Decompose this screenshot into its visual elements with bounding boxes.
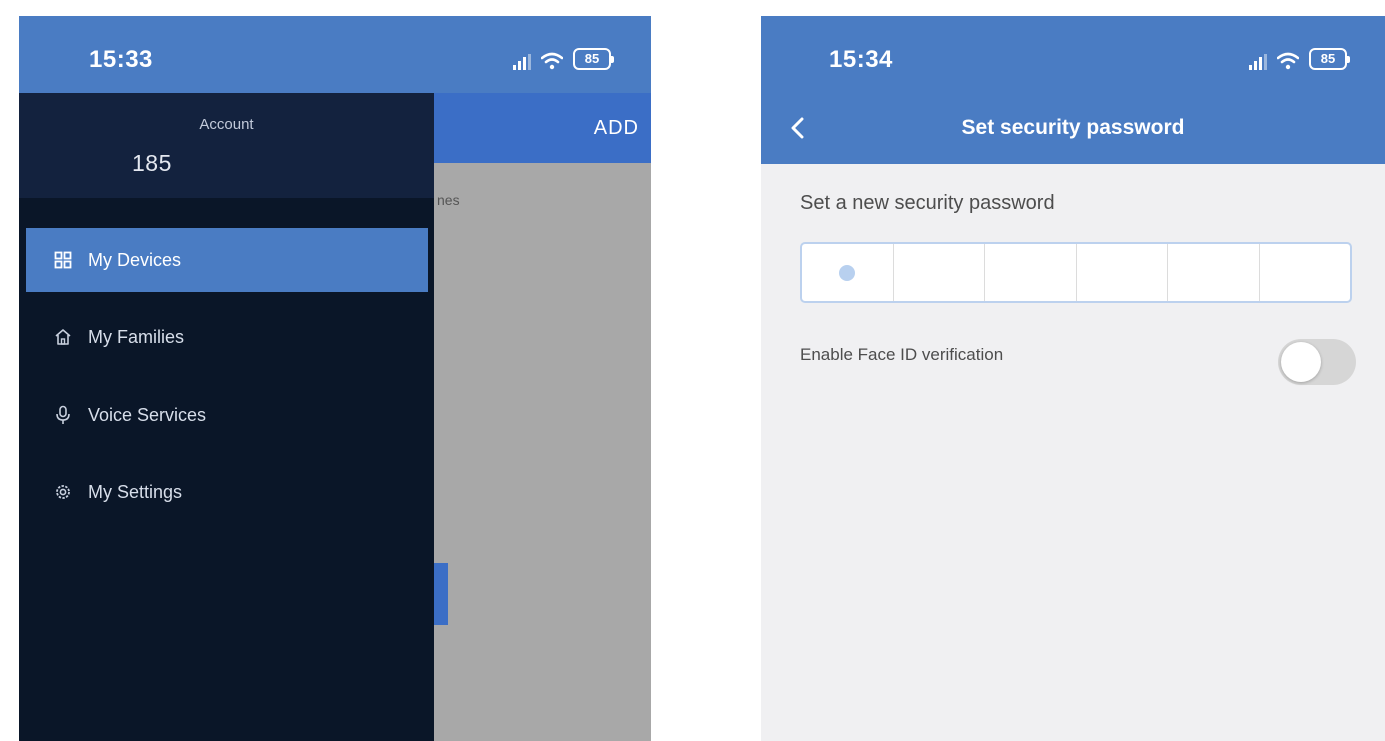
status-time: 15:34 — [829, 46, 893, 73]
drawer-item-my-devices[interactable]: My Devices — [26, 228, 428, 292]
background-text-peek: nes — [437, 192, 460, 208]
status-bar: 15:33 85 — [19, 16, 651, 93]
face-id-toggle[interactable] — [1278, 339, 1356, 385]
drawer-item-my-settings[interactable]: My Settings — [26, 460, 428, 524]
account-label: Account — [199, 116, 254, 133]
wifi-icon — [1277, 52, 1299, 70]
cellular-signal-icon — [513, 54, 531, 70]
account-value: 185 — [132, 150, 172, 176]
pin-cell[interactable] — [985, 244, 1077, 301]
pin-cell[interactable] — [1077, 244, 1168, 301]
drawer-item-label: My Families — [88, 326, 185, 347]
battery-indicator: 85 — [573, 48, 614, 70]
pin-cell[interactable] — [802, 244, 894, 301]
add-button[interactable]: ADD — [594, 117, 639, 140]
pin-cell[interactable] — [1260, 244, 1351, 301]
phone-screen-right: 15:34 85 Set security password Set a new… — [761, 16, 1385, 741]
drawer-item-voice-services[interactable]: Voice Services — [26, 383, 428, 447]
status-time: 15:33 — [89, 46, 153, 73]
drawer-item-label: My Settings — [88, 481, 183, 502]
wifi-icon — [541, 52, 563, 70]
gear-icon — [53, 482, 73, 502]
drawer-item-label: My Devices — [88, 249, 182, 270]
toggle-knob — [1281, 342, 1321, 382]
pin-dot-filled — [839, 264, 856, 281]
cellular-signal-icon — [1249, 54, 1267, 70]
drawer-item-label: Voice Services — [88, 404, 207, 425]
phone-screen-left: 15:33 85 ADD nes Account 185 My Devices — [19, 16, 651, 741]
pin-cell[interactable] — [1168, 244, 1260, 301]
home-icon — [53, 327, 73, 347]
navigation-drawer: Account 185 My Devices My Families Voice… — [19, 93, 434, 741]
grid-icon — [53, 250, 73, 270]
password-pin-input[interactable] — [800, 242, 1352, 303]
drawer-item-my-families[interactable]: My Families — [26, 305, 428, 369]
pin-cell[interactable] — [894, 244, 985, 301]
battery-indicator: 85 — [1309, 48, 1350, 70]
drawer-account-header: Account 185 — [19, 93, 434, 198]
status-icons: 85 — [513, 48, 614, 70]
password-field-label: Set a new security password — [800, 192, 1055, 214]
status-bar: 15:34 85 — [761, 16, 1385, 93]
background-accent-bar — [434, 563, 448, 625]
status-icons: 85 — [1249, 48, 1350, 70]
face-id-label: Enable Face ID verification — [800, 345, 1004, 364]
page-title: Set security password — [961, 116, 1185, 139]
microphone-icon — [53, 405, 73, 425]
